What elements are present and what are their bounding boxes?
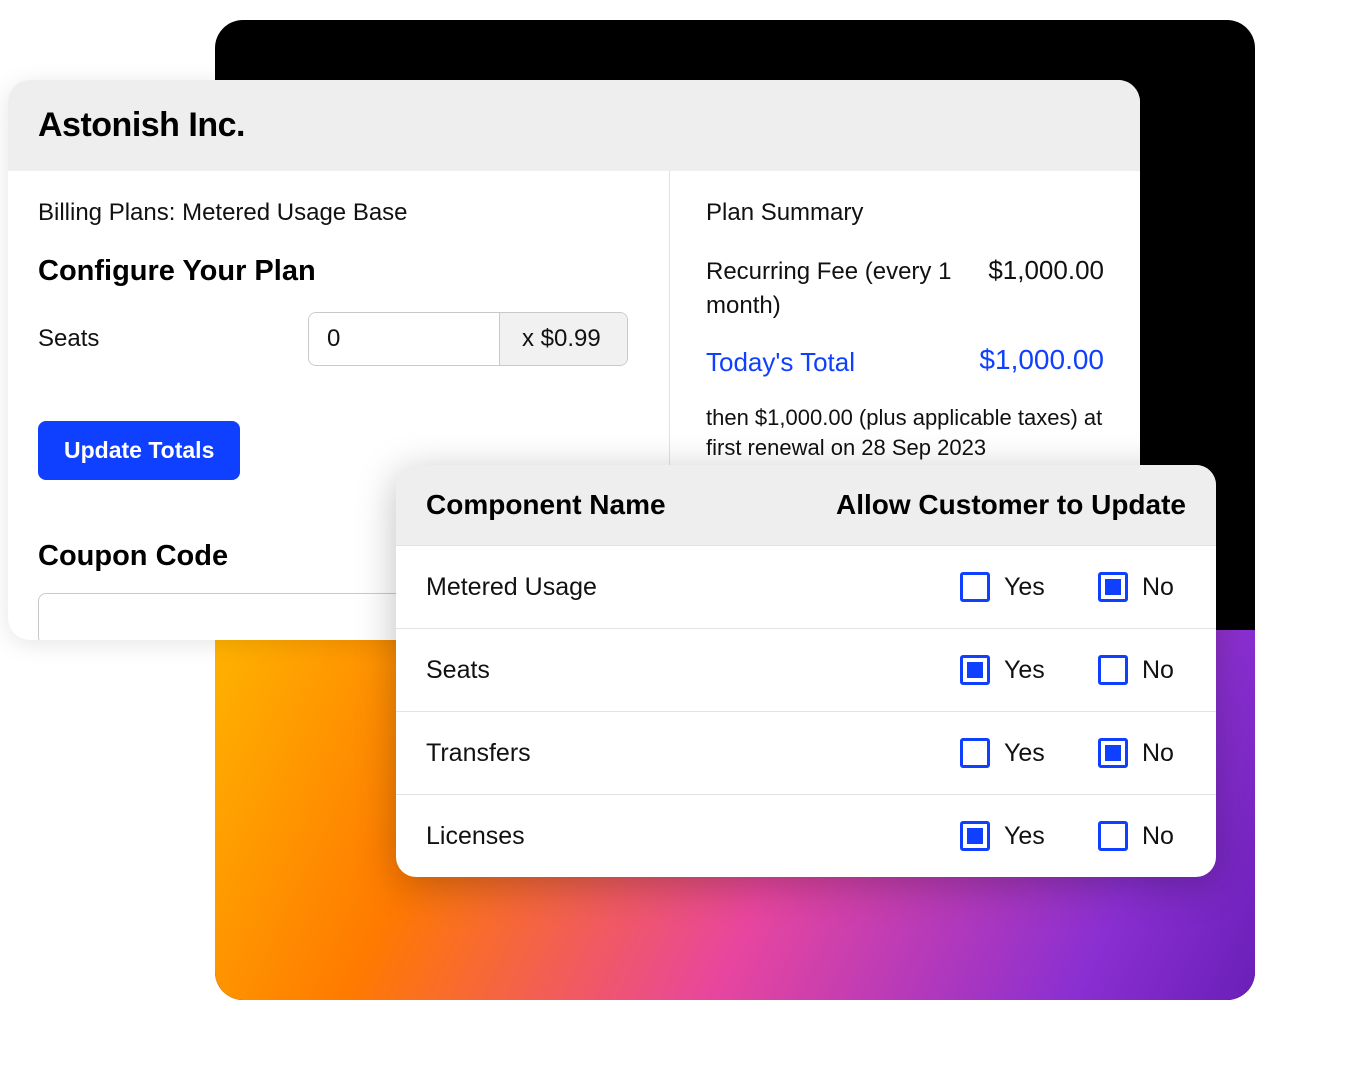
option-group: Yes No [960,572,1186,602]
checkbox-icon[interactable] [1098,655,1128,685]
table-row: Licenses Yes No [396,794,1216,877]
configure-heading: Configure Your Plan [38,255,639,288]
component-name-header: Component Name [426,489,836,521]
billing-panel-header: Astonish Inc. [8,80,1140,171]
checkbox-icon[interactable] [1098,821,1128,851]
yes-option[interactable]: Yes [960,655,1048,685]
yes-option[interactable]: Yes [960,572,1048,602]
allow-update-header: Allow Customer to Update [836,489,1186,521]
seats-label: Seats [38,325,288,353]
yes-label: Yes [1004,656,1048,685]
no-label: No [1142,822,1186,851]
seats-row: Seats x $0.99 [38,312,639,366]
seats-unit-price: x $0.99 [499,313,627,365]
recurring-fee-label: Recurring Fee (every 1 month) [706,255,988,322]
yes-option[interactable]: Yes [960,821,1048,851]
checkbox-icon[interactable] [960,572,990,602]
seats-input[interactable] [309,313,499,365]
component-name: Seats [426,656,960,685]
option-group: Yes No [960,655,1186,685]
recurring-fee-value: $1,000.00 [988,255,1104,286]
component-table-header: Component Name Allow Customer to Update [396,465,1216,545]
plan-summary-heading: Plan Summary [706,199,1104,227]
table-row: Seats Yes No [396,628,1216,711]
billing-plan-label: Billing Plans: Metered Usage Base [38,199,639,227]
todays-total-value: $1,000.00 [979,344,1104,376]
renewal-note: then $1,000.00 (plus applicable taxes) a… [706,403,1104,465]
company-name: Astonish Inc. [38,106,1110,145]
todays-total-row: Today's Total $1,000.00 [706,344,1104,380]
table-row: Transfers Yes No [396,711,1216,794]
checkbox-icon[interactable] [1098,738,1128,768]
option-group: Yes No [960,738,1186,768]
yes-label: Yes [1004,573,1048,602]
yes-option[interactable]: Yes [960,738,1048,768]
checkbox-icon[interactable] [960,821,990,851]
seats-input-group: x $0.99 [308,312,628,366]
table-row: Metered Usage Yes No [396,545,1216,628]
no-option[interactable]: No [1098,738,1186,768]
no-label: No [1142,739,1186,768]
component-name: Transfers [426,739,960,768]
component-table: Component Name Allow Customer to Update … [396,465,1216,877]
no-label: No [1142,573,1186,602]
checkbox-icon[interactable] [960,738,990,768]
todays-total-label: Today's Total [706,344,855,380]
checkbox-icon[interactable] [960,655,990,685]
no-option[interactable]: No [1098,655,1186,685]
no-option[interactable]: No [1098,821,1186,851]
component-name: Licenses [426,822,960,851]
update-totals-button[interactable]: Update Totals [38,421,240,480]
no-label: No [1142,656,1186,685]
no-option[interactable]: No [1098,572,1186,602]
recurring-fee-row: Recurring Fee (every 1 month) $1,000.00 [706,255,1104,322]
option-group: Yes No [960,821,1186,851]
yes-label: Yes [1004,822,1048,851]
checkbox-icon[interactable] [1098,572,1128,602]
yes-label: Yes [1004,739,1048,768]
component-name: Metered Usage [426,573,960,602]
